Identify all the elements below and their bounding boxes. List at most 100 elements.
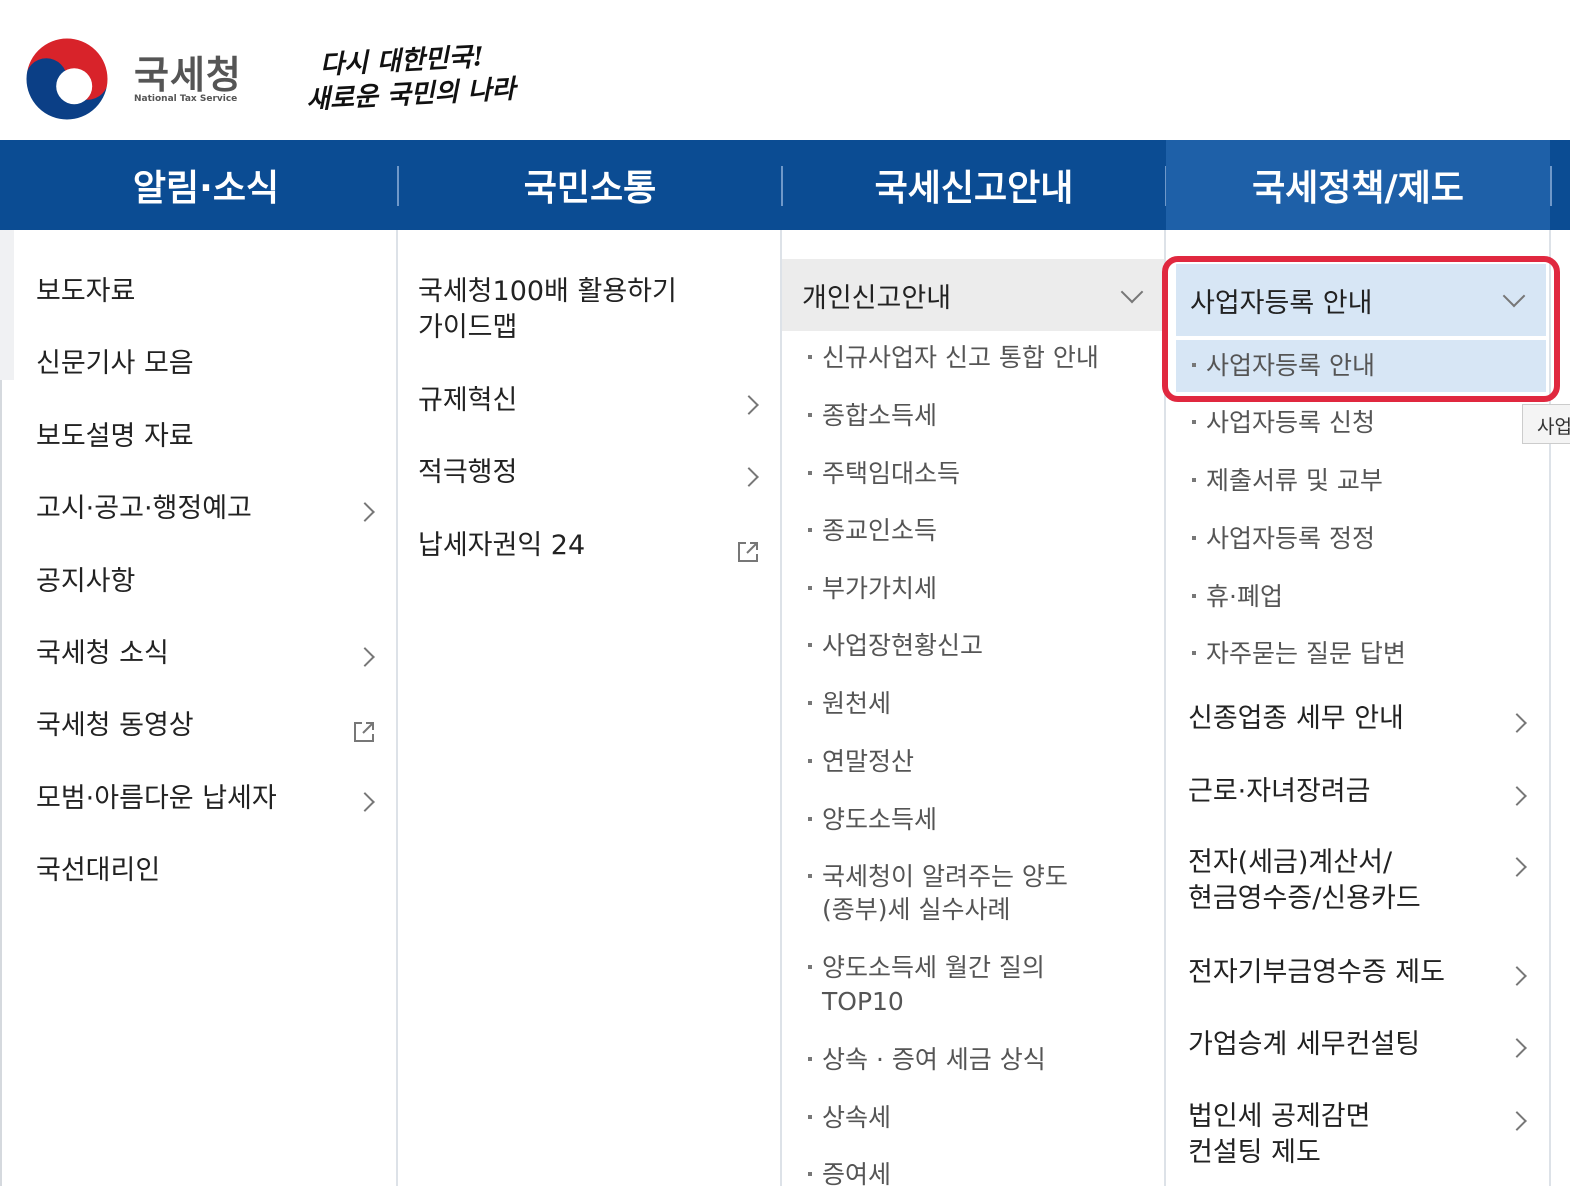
bullet — [808, 759, 812, 763]
sub-label: 제출서류 및 교부 — [1206, 466, 1383, 495]
menu-item-e-invoice-line2[interactable]: 현금영수증/신용카드 — [1188, 881, 1421, 917]
chevron-right-icon[interactable] — [739, 467, 759, 487]
bullet — [808, 586, 812, 590]
sub-item[interactable]: 종합소득세 — [808, 399, 937, 433]
menu-item-notices-announcements[interactable]: 고시·공고·행정예고 — [36, 491, 252, 527]
sub-item[interactable]: 휴·폐업 — [1192, 580, 1283, 614]
column-divider — [396, 230, 398, 1186]
menu-item-family-business[interactable]: 가업승계 세무컨설팅 — [1188, 1027, 1420, 1063]
chevron-right-icon[interactable] — [355, 792, 375, 812]
sub-label: 증여세 — [822, 1160, 892, 1186]
bullet — [808, 1057, 812, 1061]
sub-item-line2[interactable]: TOP10 — [822, 985, 904, 1019]
sub-label: 종교인소득 — [822, 516, 938, 545]
sub-label: 양도소득세 월간 질의 — [822, 953, 1045, 982]
chevron-right-icon[interactable] — [1507, 857, 1527, 877]
menu-item-earned-income-credit[interactable]: 근로·자녀장려금 — [1188, 774, 1370, 810]
chevron-right-icon[interactable] — [355, 647, 375, 667]
chevron-right-icon[interactable] — [1507, 786, 1527, 806]
bullet — [808, 643, 812, 647]
menu-item-press-explanation[interactable]: 보도설명 자료 — [36, 419, 194, 455]
logo-subtitle: National Tax Service — [134, 94, 238, 104]
bullet — [808, 1172, 812, 1176]
sub-item[interactable]: 양도소득세 월간 질의 — [808, 951, 1045, 985]
sub-label: 연말정산 — [822, 747, 915, 776]
menu-item-e-donation-receipt[interactable]: 전자기부금영수증 제도 — [1188, 955, 1445, 991]
sub-item-line2[interactable]: (종부)세 실수사례 — [822, 893, 1010, 927]
menu-item-regulatory-innovation[interactable]: 규제혁신 — [418, 383, 517, 419]
bullet — [808, 874, 812, 878]
sub-item[interactable]: 사업장현황신고 — [808, 629, 983, 663]
bullet — [808, 1115, 812, 1119]
sub-label: 사업자등록 정정 — [1206, 524, 1375, 553]
bullet — [808, 701, 812, 705]
sub-item-selected[interactable]: 사업자등록 안내 — [1192, 349, 1375, 383]
menu-item-nts-guide[interactable]: 국세청100배 활용하기 — [418, 274, 677, 310]
sub-item[interactable]: 제출서류 및 교부 — [1192, 464, 1383, 498]
group-business-registration[interactable]: 사업자등록 안내 — [1176, 264, 1546, 336]
chevron-right-icon[interactable] — [1507, 966, 1527, 986]
sub-label: 휴·폐업 — [1206, 582, 1283, 611]
menu-item-nts-videos[interactable]: 국세청 동영상 — [36, 708, 194, 744]
sub-item[interactable]: 종교인소득 — [808, 514, 937, 548]
menu-item-nts-guide-line2[interactable]: 가이드맵 — [418, 310, 517, 346]
taegeuk-logo-icon[interactable] — [22, 34, 112, 124]
menu-item-notice[interactable]: 공지사항 — [36, 564, 135, 600]
sub-item[interactable]: 사업자등록 신청 — [1192, 406, 1375, 440]
external-link-icon[interactable] — [736, 540, 760, 564]
menu-item-new-industry[interactable]: 신종업종 세무 안내 — [1188, 701, 1404, 737]
menu-item-corporate-tax-line2[interactable]: 컨설팅 제도 — [1188, 1135, 1321, 1171]
nav-tab-tax-policy[interactable]: 국세정책/제도 — [1166, 140, 1550, 230]
column-divider — [780, 230, 782, 1186]
chevron-right-icon[interactable] — [1507, 1038, 1527, 1058]
bullet — [808, 965, 812, 969]
sub-item[interactable]: 증여세 — [808, 1158, 891, 1186]
chevron-right-icon[interactable] — [1507, 1111, 1527, 1131]
bullet — [1192, 420, 1196, 424]
menu-item-proactive-admin[interactable]: 적극행정 — [418, 455, 517, 491]
bullet — [1192, 536, 1196, 540]
sub-item[interactable]: 자주묻는 질문 답변 — [1192, 637, 1406, 671]
logo-title[interactable]: 국세청 — [134, 44, 242, 99]
sub-item[interactable]: 상속세 — [808, 1101, 891, 1135]
bullet — [808, 413, 812, 417]
menu-item-model-taxpayers[interactable]: 모범·아름다운 납세자 — [36, 781, 277, 817]
bullet — [1192, 478, 1196, 482]
bullet — [808, 355, 812, 359]
external-link-icon[interactable] — [352, 720, 376, 744]
page-edge-inner — [0, 380, 14, 1186]
menu-item-press-release[interactable]: 보도자료 — [36, 274, 135, 310]
main-nav: 알림·소식 국민소통 국세신고안내 국세정책/제도 — [0, 140, 1570, 230]
menu-item-e-invoice[interactable]: 전자(세금)계산서/ — [1188, 845, 1392, 881]
sub-label: 상속세 — [822, 1103, 892, 1132]
menu-item-news-articles[interactable]: 신문기사 모음 — [36, 346, 194, 382]
menu-item-taxpayer-rights[interactable]: 납세자권익 24 — [418, 528, 585, 564]
sub-item[interactable]: 원천세 — [808, 687, 891, 721]
sub-label: 사업자등록 신청 — [1206, 408, 1375, 437]
group-personal-filing[interactable]: 개인신고안내 — [782, 259, 1164, 331]
menu-item-nts-news[interactable]: 국세청 소식 — [36, 636, 169, 672]
sub-item[interactable]: 주택임대소득 — [808, 457, 960, 491]
sub-label: 신규사업자 신고 통합 안내 — [822, 343, 1099, 372]
sub-item[interactable]: 국세청이 알려주는 양도 — [808, 860, 1068, 894]
sub-item[interactable]: 신규사업자 신고 통합 안내 — [808, 341, 1099, 375]
nav-tab-news[interactable]: 알림·소식 — [14, 140, 398, 230]
sub-label: 부가가치세 — [822, 574, 938, 603]
sub-item[interactable]: 상속 · 증여 세금 상식 — [808, 1043, 1046, 1077]
sub-item[interactable]: 부가가치세 — [808, 572, 937, 606]
column-divider — [1549, 230, 1551, 1186]
nav-tab-communication[interactable]: 국민소통 — [398, 140, 782, 230]
sub-item[interactable]: 양도소득세 — [808, 803, 937, 837]
chevron-right-icon[interactable] — [739, 395, 759, 415]
sub-item[interactable]: 사업자등록 정정 — [1192, 522, 1375, 556]
chevron-right-icon[interactable] — [355, 502, 375, 522]
site-header: 국세청 National Tax Service 다시 대한민국! 새로운 국민… — [0, 0, 1570, 140]
chevron-right-icon[interactable] — [1507, 713, 1527, 733]
menu-item-public-agent[interactable]: 국선대리인 — [36, 853, 160, 889]
sub-label: 종합소득세 — [822, 401, 938, 430]
group-title: 개인신고안내 — [802, 282, 952, 314]
menu-item-corporate-tax[interactable]: 법인세 공제감면 — [1188, 1099, 1370, 1135]
sub-item[interactable]: 연말정산 — [808, 745, 914, 779]
sub-label: 자주묻는 질문 답변 — [1206, 639, 1406, 668]
nav-tab-tax-filing[interactable]: 국세신고안내 — [782, 140, 1166, 230]
